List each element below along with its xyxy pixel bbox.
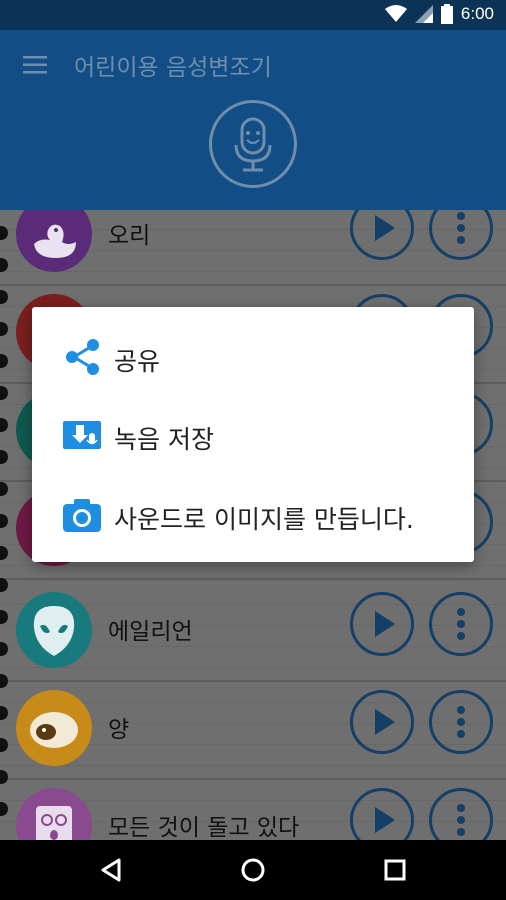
more-vertical-icon bbox=[457, 608, 465, 640]
back-icon[interactable] bbox=[91, 850, 131, 890]
play-button[interactable] bbox=[350, 592, 414, 656]
navigation-bar bbox=[0, 840, 506, 900]
duck-icon bbox=[16, 210, 92, 272]
play-icon bbox=[375, 215, 395, 241]
list-item[interactable]: 에일리언 bbox=[0, 584, 506, 682]
save-recording-icon bbox=[63, 421, 101, 449]
status-time: 6:00 bbox=[460, 4, 494, 23]
play-button[interactable] bbox=[350, 788, 414, 840]
app-bar: 어린이용 음성변조기 bbox=[0, 30, 506, 210]
save-recording-option[interactable]: 녹음 저장 bbox=[32, 395, 474, 473]
more-options-button[interactable] bbox=[429, 210, 493, 260]
more-options-button[interactable] bbox=[429, 592, 493, 656]
make-image-option[interactable]: 사운드로 이미지를 만듭니다. bbox=[32, 475, 474, 553]
app-title: 어린이용 음성변조기 bbox=[74, 55, 272, 81]
play-button[interactable] bbox=[350, 690, 414, 754]
home-icon[interactable] bbox=[233, 850, 273, 890]
recents-icon[interactable] bbox=[375, 850, 415, 890]
list-item[interactable]: 오리 bbox=[0, 210, 506, 286]
microphone-icon bbox=[234, 117, 272, 172]
signal-icon bbox=[414, 5, 433, 23]
share-option[interactable]: 공유 bbox=[32, 317, 474, 395]
play-icon bbox=[375, 709, 395, 735]
share-icon bbox=[66, 339, 99, 375]
play-icon bbox=[375, 611, 395, 637]
record-button[interactable] bbox=[209, 100, 297, 188]
more-vertical-icon bbox=[457, 804, 465, 836]
sheep-icon bbox=[16, 690, 92, 766]
play-button[interactable] bbox=[350, 210, 414, 260]
hamburger-menu-icon[interactable] bbox=[18, 50, 52, 80]
play-icon bbox=[375, 807, 395, 833]
list-item-label: 양 bbox=[108, 717, 130, 743]
more-options-button[interactable] bbox=[429, 788, 493, 840]
alien-icon bbox=[16, 592, 92, 668]
more-vertical-icon bbox=[457, 706, 465, 738]
options-dialog: 공유 녹음 저장 사운드로 이미지를 만듭니다. bbox=[32, 307, 474, 562]
more-options-button[interactable] bbox=[429, 690, 493, 754]
status-bar: 6:00 bbox=[0, 0, 506, 30]
more-vertical-icon bbox=[457, 212, 465, 244]
list-item-label: 오리 bbox=[108, 223, 151, 249]
share-option-label: 공유 bbox=[114, 347, 161, 376]
list-item-label: 모든 것이 돌고 있다 bbox=[108, 815, 300, 840]
camera-icon bbox=[63, 499, 101, 532]
spiral-face-icon bbox=[16, 788, 92, 840]
save-recording-option-label: 녹음 저장 bbox=[114, 425, 214, 454]
list-item[interactable]: 모든 것이 돌고 있다 bbox=[0, 780, 506, 840]
list-item-label: 에일리언 bbox=[108, 619, 193, 645]
battery-icon bbox=[440, 4, 453, 24]
list-item[interactable]: 양 bbox=[0, 682, 506, 780]
wifi-icon bbox=[384, 5, 407, 22]
make-image-option-label: 사운드로 이미지를 만듭니다. bbox=[114, 505, 414, 534]
